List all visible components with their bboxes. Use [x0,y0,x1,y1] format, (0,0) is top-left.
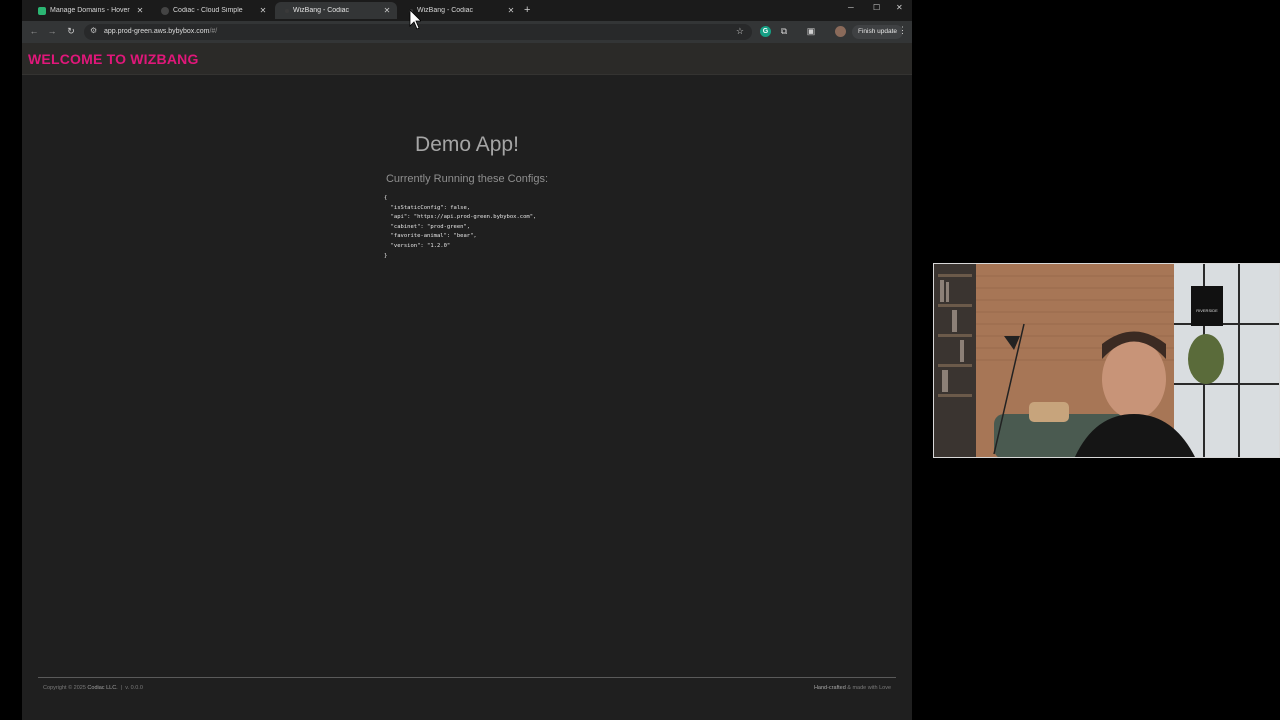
minimize-icon[interactable]: ─ [848,3,854,12]
bookmark-star-icon[interactable]: ☆ [736,26,744,37]
configs-subtitle: Currently Running these Configs: [385,173,549,185]
profile-avatar[interactable] [835,26,846,37]
app-header: WELCOME TO WIZBANG [22,43,912,75]
codiac-favicon-icon [161,6,169,15]
close-icon[interactable]: ✕ [381,6,393,15]
footer-copyright: Copyright © 2025 Codiac LLC. | v. 0.0.0 [43,685,143,691]
close-icon[interactable]: ✕ [257,6,269,15]
forward-arrow-icon[interactable]: → [46,26,58,36]
tab-manage-domains[interactable]: Manage Domains - Hover ✕ [28,2,150,19]
config-line: "version": "1.2.0" [384,242,451,249]
tab-wizbang-active[interactable]: WizBang - Codiac ✕ [275,2,397,19]
footer-handcrafted: Hand-crafted & made with Love [813,685,891,691]
url-text: app.prod-green.aws.bybybox.com/#/ [104,28,218,35]
grammarly-extension-icon[interactable]: G [760,26,771,37]
close-icon[interactable]: ✕ [505,6,517,15]
browser-toolbar: ← → ↻ ⚙ app.prod-green.aws.bybybox.com/#… [22,21,912,43]
page-title: Demo App! [415,133,519,156]
riverside-sign: RIVERSIDE [1196,308,1218,313]
wizbang-favicon-icon [285,8,289,13]
tab-codiac-cloud-simple[interactable]: Codiac - Cloud Simple ✕ [151,2,273,19]
config-line: { [384,195,388,201]
config-line: "cabinet": "prod-green", [384,223,471,230]
tab-title: Manage Domains - Hover [50,7,130,14]
extensions-puzzle-icon[interactable]: ⧉ [778,26,790,37]
maximize-icon[interactable]: ☐ [873,3,880,12]
config-line: "isStaticConfig": false, [384,204,471,211]
back-arrow-icon[interactable]: ← [28,26,40,36]
config-json-block: { "isStaticConfig": false, "api": "https… [384,194,536,261]
side-panel-icon[interactable]: ▣ [805,26,817,37]
reload-icon[interactable]: ↻ [65,26,77,37]
hover-favicon-icon [38,6,46,15]
new-tab-button[interactable]: + [524,4,530,16]
footer-divider [38,677,896,678]
config-line: } [384,252,388,259]
tab-title: WizBang - Codiac [417,7,474,14]
tab-strip: Manage Domains - Hover ✕ Codiac - Cloud … [22,0,912,21]
tab-title: Codiac - Cloud Simple [173,7,243,14]
config-line: "favorite-animal": "bear", [384,233,477,240]
version-label: v. 0.0.0 [125,685,143,691]
window-close-icon[interactable]: ✕ [896,3,903,12]
app-brand-title: WELCOME TO WIZBANG [28,51,199,67]
browser-menu-icon[interactable]: ⋮ [898,25,907,36]
site-info-icon[interactable]: ⚙ [90,26,97,35]
config-line: "api": "https://api.prod-green.bybybox.c… [384,214,537,221]
mouse-pointer-icon [409,9,421,30]
tab-title: WizBang - Codiac [293,7,350,14]
company-link[interactable]: Codiac LLC. [87,685,117,691]
browser-window: Manage Domains - Hover ✕ Codiac - Cloud … [22,0,912,720]
close-icon[interactable]: ✕ [134,6,146,15]
finish-update-button[interactable]: Finish update [852,25,904,39]
webcam-overlay: RIVERSIDE [933,263,1280,458]
